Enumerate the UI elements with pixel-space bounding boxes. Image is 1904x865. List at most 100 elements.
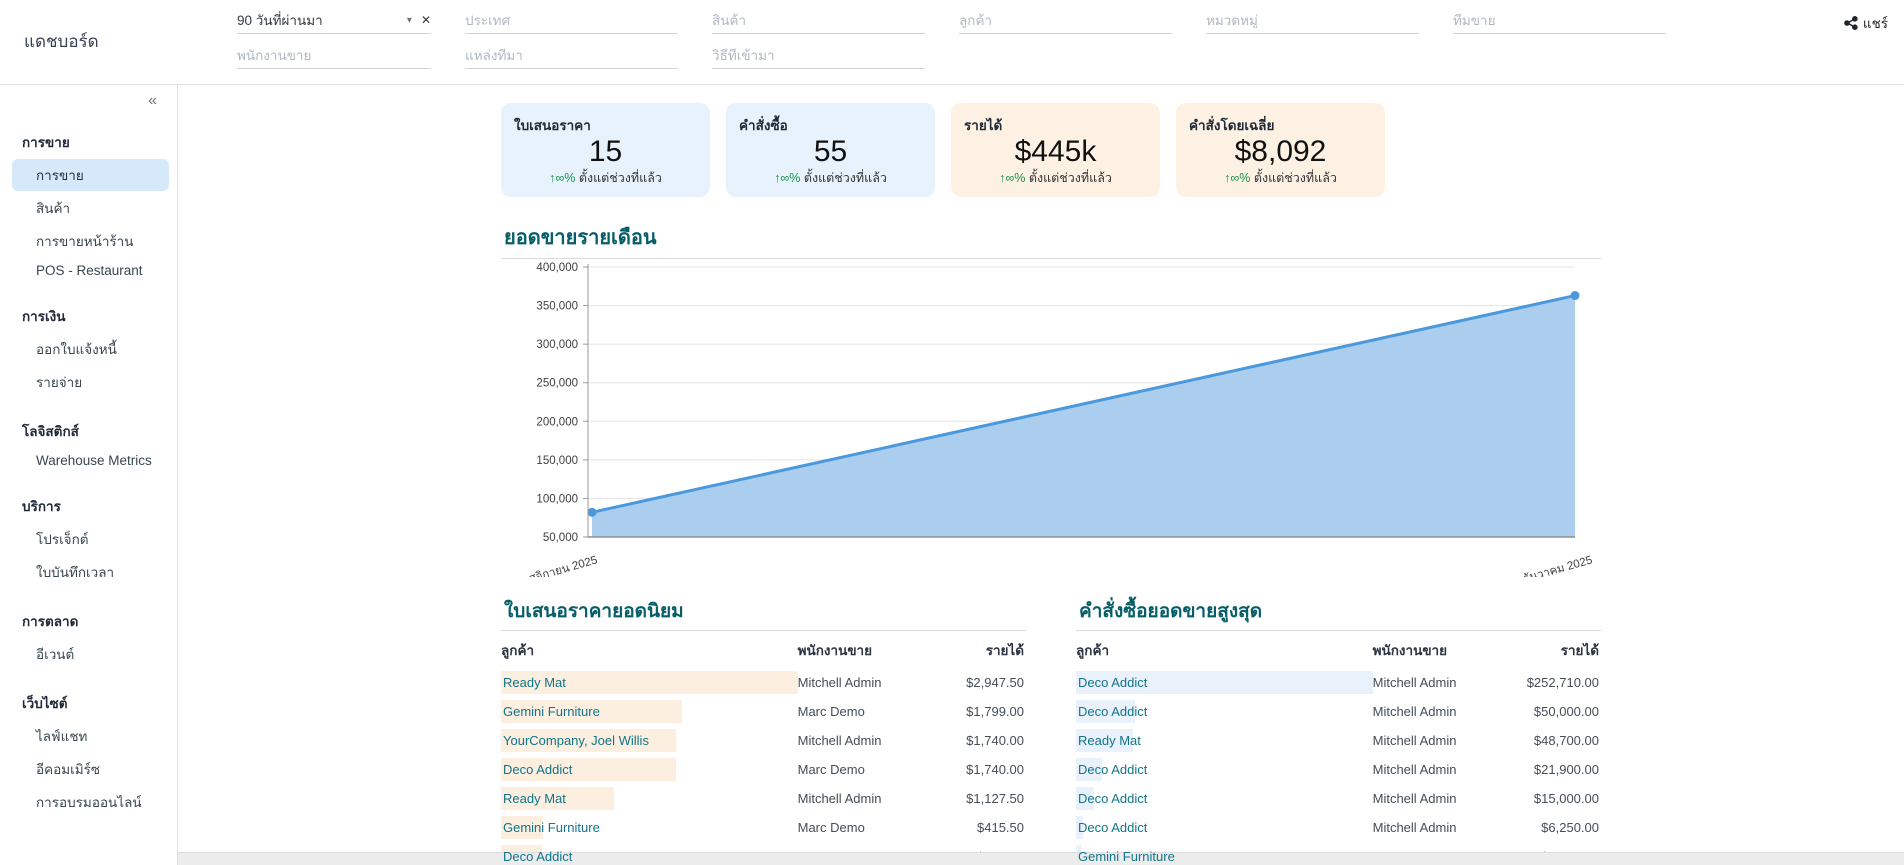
revenue-cell: $15,000.00: [1517, 791, 1601, 806]
sidebar-item-sales[interactable]: การขาย: [12, 159, 169, 191]
sidebar-collapse-button[interactable]: «: [0, 93, 177, 109]
table-row: YourCompany, Joel Willis Mitchell Admin …: [501, 726, 1026, 755]
top-quotations-table: ใบเสนอราคายอดนิยม ลูกค้า พนักงานขาย รายไ…: [501, 596, 1026, 865]
table-title: ใบเสนอราคายอดนิยม: [504, 596, 1026, 626]
kpi-card-quotations[interactable]: ใบเสนอราคา 15 ↑∞% ตั้งแต่ช่วงที่แล้ว: [501, 103, 710, 197]
revenue-cell: $6,250.00: [1517, 820, 1601, 835]
share-button[interactable]: แชร์: [1844, 12, 1888, 34]
customer-link[interactable]: Gemini Furniture: [501, 820, 600, 835]
sidebar-item-point-of-sale[interactable]: การขายหน้าร้าน: [12, 225, 169, 257]
table-header-row: ลูกค้า พนักงานขาย รายได้: [1076, 631, 1601, 668]
product-filter-input[interactable]: [712, 13, 925, 28]
sales-team-filter-input[interactable]: [1453, 13, 1666, 28]
svg-text:100,000: 100,000: [536, 493, 578, 505]
kpi-row: ใบเสนอราคา 15 ↑∞% ตั้งแต่ช่วงที่แล้ว คำส…: [501, 103, 1904, 197]
share-icon: [1844, 16, 1858, 30]
page-title: แดชบอร์ด: [24, 28, 99, 55]
revenue-cell: $21,900.00: [1517, 762, 1601, 777]
sidebar-section-logistics: โลจิสติกส์ Warehouse Metrics: [0, 415, 177, 473]
customer-link[interactable]: Gemini Furniture: [501, 704, 600, 719]
table-title: คำสั่งซื้อยอดขายสูงสุด: [1079, 596, 1601, 626]
customer-link[interactable]: Deco Addict: [501, 849, 572, 864]
customer-link[interactable]: Deco Addict: [1076, 791, 1147, 806]
revenue-cell: $1,799.00: [942, 704, 1026, 719]
customer-link[interactable]: Ready Mat: [501, 791, 566, 806]
filter-grid: 90 วันที่ผ่านมา ▾ ✕: [237, 7, 1666, 69]
sidebar-item-project[interactable]: โปรเจ็กต์: [12, 523, 169, 555]
kpi-delta: ↑∞% ตั้งแต่ช่วงที่แล้ว: [739, 168, 922, 188]
sidebar-section-sales: การขาย การขาย สินค้า การขายหน้าร้าน POS …: [0, 126, 177, 283]
sidebar-item-events[interactable]: อีเวนต์: [12, 638, 169, 670]
customer-link[interactable]: Deco Addict: [1076, 675, 1147, 690]
salesperson-cell: Mitchell Admin: [1373, 791, 1517, 806]
svg-text:350,000: 350,000: [536, 301, 578, 313]
svg-text:150,000: 150,000: [536, 455, 578, 467]
salesperson-cell: Mitchell Admin: [1373, 762, 1517, 777]
sidebar-item-pos-restaurant[interactable]: POS - Restaurant: [12, 258, 169, 283]
customer-link[interactable]: Deco Addict: [1076, 762, 1147, 777]
period-select-value: 90 วันที่ผ่านมา: [237, 9, 323, 31]
customer-link[interactable]: Deco Addict: [501, 762, 572, 777]
period-select[interactable]: 90 วันที่ผ่านมา ▾ ✕: [237, 7, 431, 34]
source-filter-input[interactable]: [465, 48, 678, 63]
kpi-label: ใบเสนอราคา: [514, 114, 697, 136]
customer-link[interactable]: Ready Mat: [501, 675, 566, 690]
kpi-label: คำสั่งซื้อ: [739, 114, 922, 136]
sidebar: « การขาย การขาย สินค้า การขายหน้าร้าน PO…: [0, 85, 178, 865]
sidebar-section-services: บริการ โปรเจ็กต์ ใบบันทึกเวลา: [0, 490, 177, 588]
top-filter-bar: แดชบอร์ด 90 วันที่ผ่านมา ▾ ✕ แชร์: [0, 0, 1904, 85]
sidebar-item-livechat[interactable]: ไลฟ์แชท: [12, 720, 169, 752]
sidebar-section-title: การขาย: [0, 126, 177, 158]
kpi-card-average-order[interactable]: คำสั่งโดยเฉลี่ย $8,092 ↑∞% ตั้งแต่ช่วงที…: [1176, 103, 1385, 197]
sidebar-item-products[interactable]: สินค้า: [12, 192, 169, 224]
table-row: Deco Addict Mitchell Admin $15,000.00: [1076, 784, 1601, 813]
salesperson-filter-input[interactable]: [237, 48, 431, 63]
salesperson-cell: Mitchell Admin: [798, 675, 942, 690]
customer-link[interactable]: Gemini Furniture: [1076, 849, 1175, 864]
customer-link[interactable]: Deco Addict: [1076, 704, 1147, 719]
medium-filter-input[interactable]: [712, 48, 925, 63]
chart-title: ยอดขายรายเดือน: [504, 221, 1601, 253]
kpi-card-revenue[interactable]: รายได้ $445k ↑∞% ตั้งแต่ช่วงที่แล้ว: [951, 103, 1160, 197]
country-filter-input[interactable]: [465, 13, 678, 28]
customer-link[interactable]: Ready Mat: [1076, 733, 1141, 748]
svg-text:250,000: 250,000: [536, 378, 578, 390]
kpi-value: 15: [514, 137, 697, 167]
svg-text:พฤศจิกายน 2025: พฤศจิกายน 2025: [513, 553, 599, 577]
horizontal-scrollbar[interactable]: [178, 852, 1904, 865]
salesperson-cell: Marc Demo: [798, 820, 942, 835]
sidebar-section-finance: การเงิน ออกใบแจ้งหนี้ รายจ่าย: [0, 300, 177, 398]
customer-filter-input[interactable]: [959, 13, 1172, 28]
table-row: Gemini Furniture Marc Demo $415.50: [501, 813, 1026, 842]
sidebar-section-marketing: การตลาด อีเวนต์: [0, 605, 177, 670]
sidebar-section-title: บริการ: [0, 490, 177, 522]
kpi-value: 55: [739, 137, 922, 167]
customer-link[interactable]: YourCompany, Joel Willis: [501, 733, 649, 748]
salesperson-cell: Mitchell Admin: [1373, 704, 1517, 719]
sidebar-section-title: การเงิน: [0, 300, 177, 332]
revenue-cell: $1,740.00: [942, 733, 1026, 748]
table-row: Ready Mat Mitchell Admin $2,947.50: [501, 668, 1026, 697]
sidebar-item-elearning[interactable]: การอบรมออนไลน์: [12, 786, 169, 818]
col-header-revenue: รายได้: [1517, 639, 1601, 661]
kpi-card-orders[interactable]: คำสั่งซื้อ 55 ↑∞% ตั้งแต่ช่วงที่แล้ว: [726, 103, 935, 197]
customer-link[interactable]: Deco Addict: [1076, 820, 1147, 835]
revenue-cell: $252,710.00: [1517, 675, 1601, 690]
svg-text:ธันวาคม 2025: ธันวาคม 2025: [1521, 554, 1593, 577]
table-row: Deco Addict Mitchell Admin $6,250.00: [1076, 813, 1601, 842]
sidebar-item-expenses[interactable]: รายจ่าย: [12, 366, 169, 398]
table-row: Ready Mat Mitchell Admin $48,700.00: [1076, 726, 1601, 755]
svg-text:400,000: 400,000: [536, 262, 578, 274]
col-header-customer: ลูกค้า: [1076, 639, 1373, 661]
clear-filter-icon[interactable]: ✕: [421, 13, 431, 27]
salesperson-cell: Mitchell Admin: [1373, 675, 1517, 690]
sidebar-item-warehouse-metrics[interactable]: Warehouse Metrics: [12, 448, 169, 473]
sidebar-item-invoicing[interactable]: ออกใบแจ้งหนี้: [12, 333, 169, 365]
kpi-delta: ↑∞% ตั้งแต่ช่วงที่แล้ว: [964, 168, 1147, 188]
salesperson-cell: Mitchell Admin: [1373, 820, 1517, 835]
sidebar-item-timesheets[interactable]: ใบบันทึกเวลา: [12, 556, 169, 588]
sidebar-item-ecommerce[interactable]: อีคอมเมิร์ซ: [12, 753, 169, 785]
category-filter-input[interactable]: [1206, 13, 1419, 28]
salesperson-cell: Marc Demo: [798, 762, 942, 777]
sidebar-section-website: เว็บไซต์ ไลฟ์แชท อีคอมเมิร์ซ การอบรมออนไ…: [0, 687, 177, 818]
